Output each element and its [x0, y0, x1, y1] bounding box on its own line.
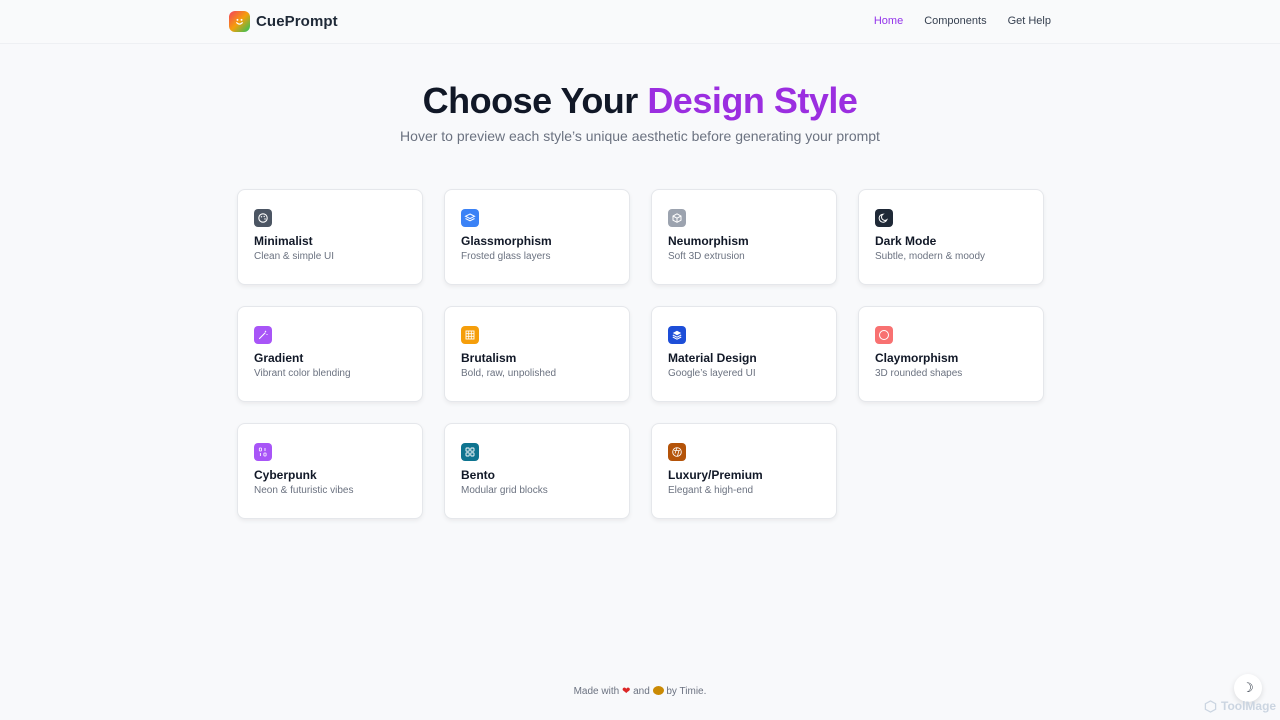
style-card-desc: 3D rounded shapes	[875, 368, 963, 379]
brand-name: CuePrompt	[256, 13, 338, 30]
style-card-luxury-premium[interactable]: Luxury/Premium Elegant & high-end	[651, 423, 837, 519]
style-card-title: Neumorphism	[668, 234, 749, 248]
brand-logo-icon	[229, 11, 250, 32]
style-card-neumorphism[interactable]: Neumorphism Soft 3D extrusion	[651, 189, 837, 285]
style-card-title: Gradient	[254, 351, 304, 365]
heart-icon: ❤	[621, 686, 631, 697]
style-card-desc: Bold, raw, unpolished	[461, 368, 557, 379]
nav-link-components[interactable]: Components	[924, 15, 986, 27]
style-card-title: Material Design	[668, 351, 757, 365]
brand[interactable]: CuePrompt	[229, 11, 338, 32]
page-subtitle: Hover to preview each style’s unique aes…	[400, 128, 880, 144]
style-card-desc: Frosted glass layers	[461, 251, 551, 262]
style-card-title: Luxury/Premium	[668, 468, 763, 482]
style-card-brutalism[interactable]: Brutalism Bold, raw, unpolished	[444, 306, 630, 402]
style-card-title: Dark Mode	[875, 234, 937, 248]
style-card-title: Glassmorphism	[461, 234, 552, 248]
style-card-desc: Clean & simple UI	[254, 251, 335, 262]
footer-suffix: by Timie.	[666, 686, 707, 697]
stack-icon	[668, 326, 686, 344]
coffee-icon	[652, 686, 664, 695]
nav-link-home[interactable]: Home	[874, 15, 903, 27]
nav-link-get-help[interactable]: Get Help	[1008, 15, 1051, 27]
layers-icon	[461, 209, 479, 227]
cube-icon	[668, 209, 686, 227]
style-card-desc: Neon & futuristic vibes	[254, 485, 354, 496]
style-card-desc: Elegant & high-end	[668, 485, 754, 496]
footer: Made with ❤ and by Timie.	[0, 686, 1280, 697]
watermark-logo-icon	[1204, 699, 1217, 713]
style-card-bento[interactable]: Bento Modular grid blocks	[444, 423, 630, 519]
style-card-gradient[interactable]: Gradient Vibrant color blending	[237, 306, 423, 402]
circle-icon	[875, 326, 893, 344]
footer-and: and	[633, 686, 650, 697]
style-card-cyberpunk[interactable]: Cyberpunk Neon & futuristic vibes	[237, 423, 423, 519]
style-card-material-design[interactable]: Material Design Google’s layered UI	[651, 306, 837, 402]
nav-links: Home Components Get Help	[874, 15, 1051, 27]
style-card-title: Cyberpunk	[254, 468, 317, 482]
style-card-desc: Vibrant color blending	[254, 368, 351, 379]
watermark: ToolMage	[1204, 699, 1276, 713]
style-grid: Minimalist Clean & simple UI Glassmorphi…	[237, 189, 1044, 519]
style-card-title: Bento	[461, 468, 495, 482]
grid-icon	[461, 326, 479, 344]
watermark-text: ToolMage	[1221, 699, 1277, 713]
style-card-desc: Soft 3D extrusion	[668, 251, 745, 262]
palette-icon	[254, 209, 272, 227]
binary-icon	[254, 443, 272, 461]
style-card-desc: Subtle, modern & moody	[875, 251, 986, 262]
moon-icon: ☽	[1242, 680, 1254, 695]
style-card-claymorphism[interactable]: Claymorphism 3D rounded shapes	[858, 306, 1044, 402]
boxes-icon	[461, 443, 479, 461]
style-card-desc: Google’s layered UI	[668, 368, 756, 379]
style-card-title: Minimalist	[254, 234, 313, 248]
theme-toggle-button[interactable]: ☽	[1234, 674, 1262, 702]
footer-prefix: Made with	[573, 686, 620, 697]
style-card-glassmorphism[interactable]: Glassmorphism Frosted glass layers	[444, 189, 630, 285]
style-card-title: Claymorphism	[875, 351, 959, 365]
style-card-desc: Modular grid blocks	[461, 485, 548, 496]
moon-icon	[875, 209, 893, 227]
style-card-title: Brutalism	[461, 351, 517, 365]
page-title: Choose Your Design Style	[0, 80, 1280, 122]
navbar: CuePrompt Home Components Get Help	[0, 0, 1280, 44]
wand-icon	[254, 326, 272, 344]
gem-icon	[668, 443, 686, 461]
style-card-dark-mode[interactable]: Dark Mode Subtle, modern & moody	[858, 189, 1044, 285]
page-title-accent: Design Style	[647, 80, 858, 121]
page-title-prefix: Choose Your	[422, 80, 648, 121]
style-card-minimalist[interactable]: Minimalist Clean & simple UI	[237, 189, 423, 285]
